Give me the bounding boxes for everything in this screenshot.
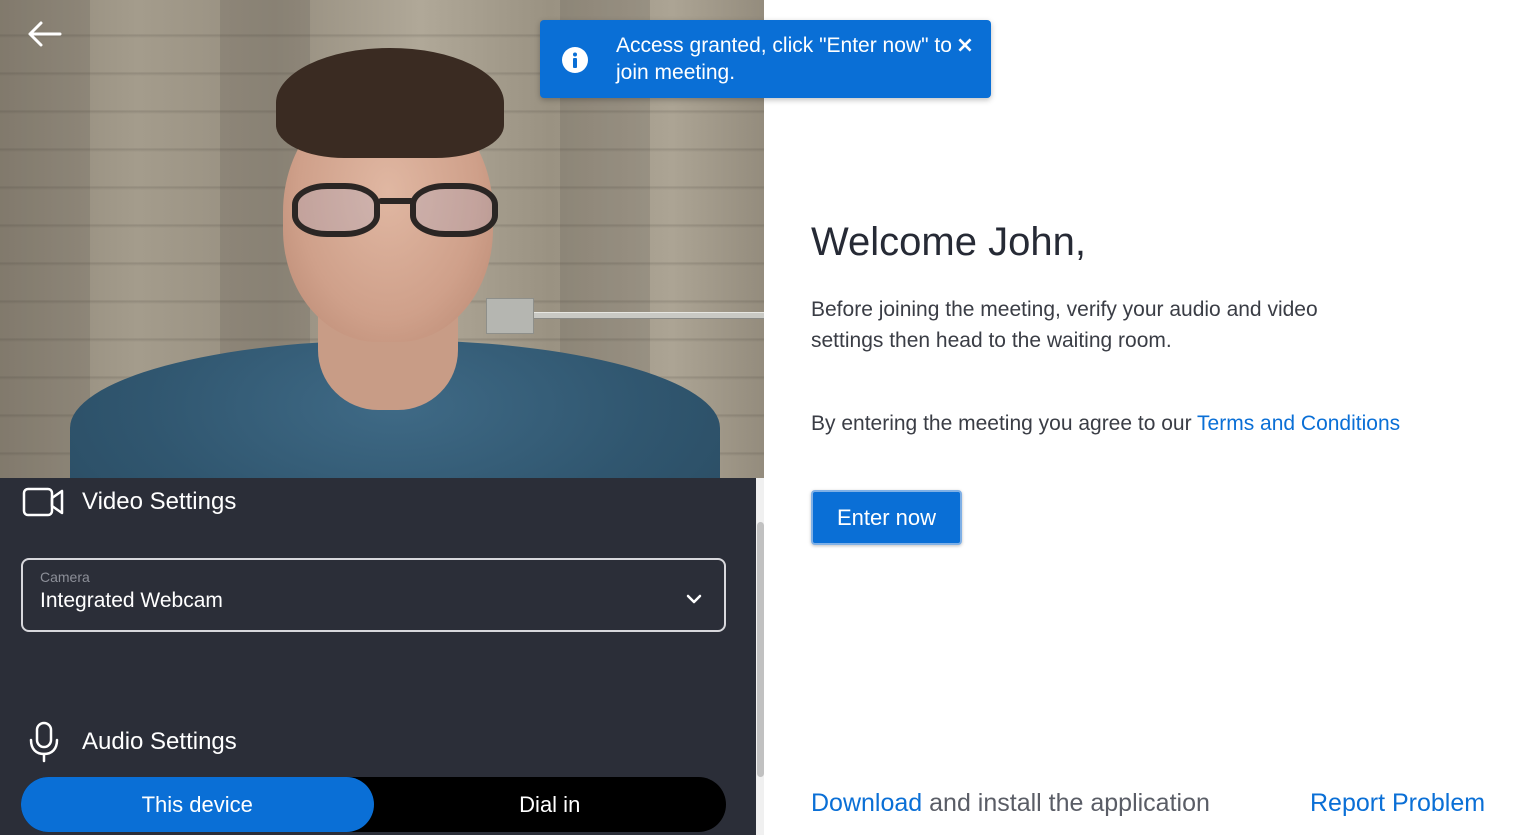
intro-text: Before joining the meeting, verify your …	[811, 298, 1318, 352]
this-device-option[interactable]: This device	[21, 777, 374, 832]
download-notice: Download and install the application	[811, 789, 1210, 818]
audio-settings-title: Audio Settings	[82, 728, 237, 755]
microphone-icon	[22, 721, 66, 763]
person-glasses-right	[410, 183, 498, 237]
back-button[interactable]	[22, 18, 66, 54]
download-notice-text: and install the application	[922, 789, 1210, 817]
audio-source-toggle: This device Dial in	[21, 777, 726, 832]
person-glasses-left	[292, 183, 380, 237]
terms-notice-text: By entering the meeting you agree to our	[811, 412, 1198, 435]
right-panel: Welcome John, Before joining the meeting…	[764, 0, 1519, 835]
settings-scrollbar-thumb[interactable]	[757, 522, 764, 777]
arrow-left-icon	[26, 20, 62, 52]
dial-in-option[interactable]: Dial in	[374, 777, 727, 832]
camera-select-label: Camera	[40, 569, 90, 585]
report-problem-link[interactable]: Report Problem	[1310, 789, 1485, 818]
camera-select-value: Integrated Webcam	[40, 589, 223, 612]
pre-join-screen: Video Settings Camera Integrated Webcam	[0, 0, 1519, 835]
chevron-down-icon	[686, 590, 702, 609]
wall-junction-box	[486, 298, 534, 334]
device-settings-panel: Video Settings Camera Integrated Webcam	[0, 478, 756, 835]
camera-select[interactable]: Camera Integrated Webcam	[21, 558, 726, 632]
left-panel: Video Settings Camera Integrated Webcam	[0, 0, 764, 835]
video-settings-header: Video Settings	[22, 486, 236, 518]
audio-settings-header: Audio Settings	[22, 721, 237, 763]
terms-notice: By entering the meeting you agree to our…	[811, 412, 1400, 436]
person-hair	[276, 48, 504, 158]
terms-link[interactable]: Terms and Conditions	[1197, 412, 1400, 435]
video-camera-icon	[22, 486, 66, 518]
person-glasses-bridge	[378, 198, 414, 204]
download-link[interactable]: Download	[811, 789, 922, 817]
video-settings-title: Video Settings	[82, 488, 237, 515]
welcome-heading: Welcome John,	[811, 220, 1086, 264]
info-icon	[562, 47, 588, 77]
enter-now-button[interactable]: Enter now	[811, 490, 962, 545]
